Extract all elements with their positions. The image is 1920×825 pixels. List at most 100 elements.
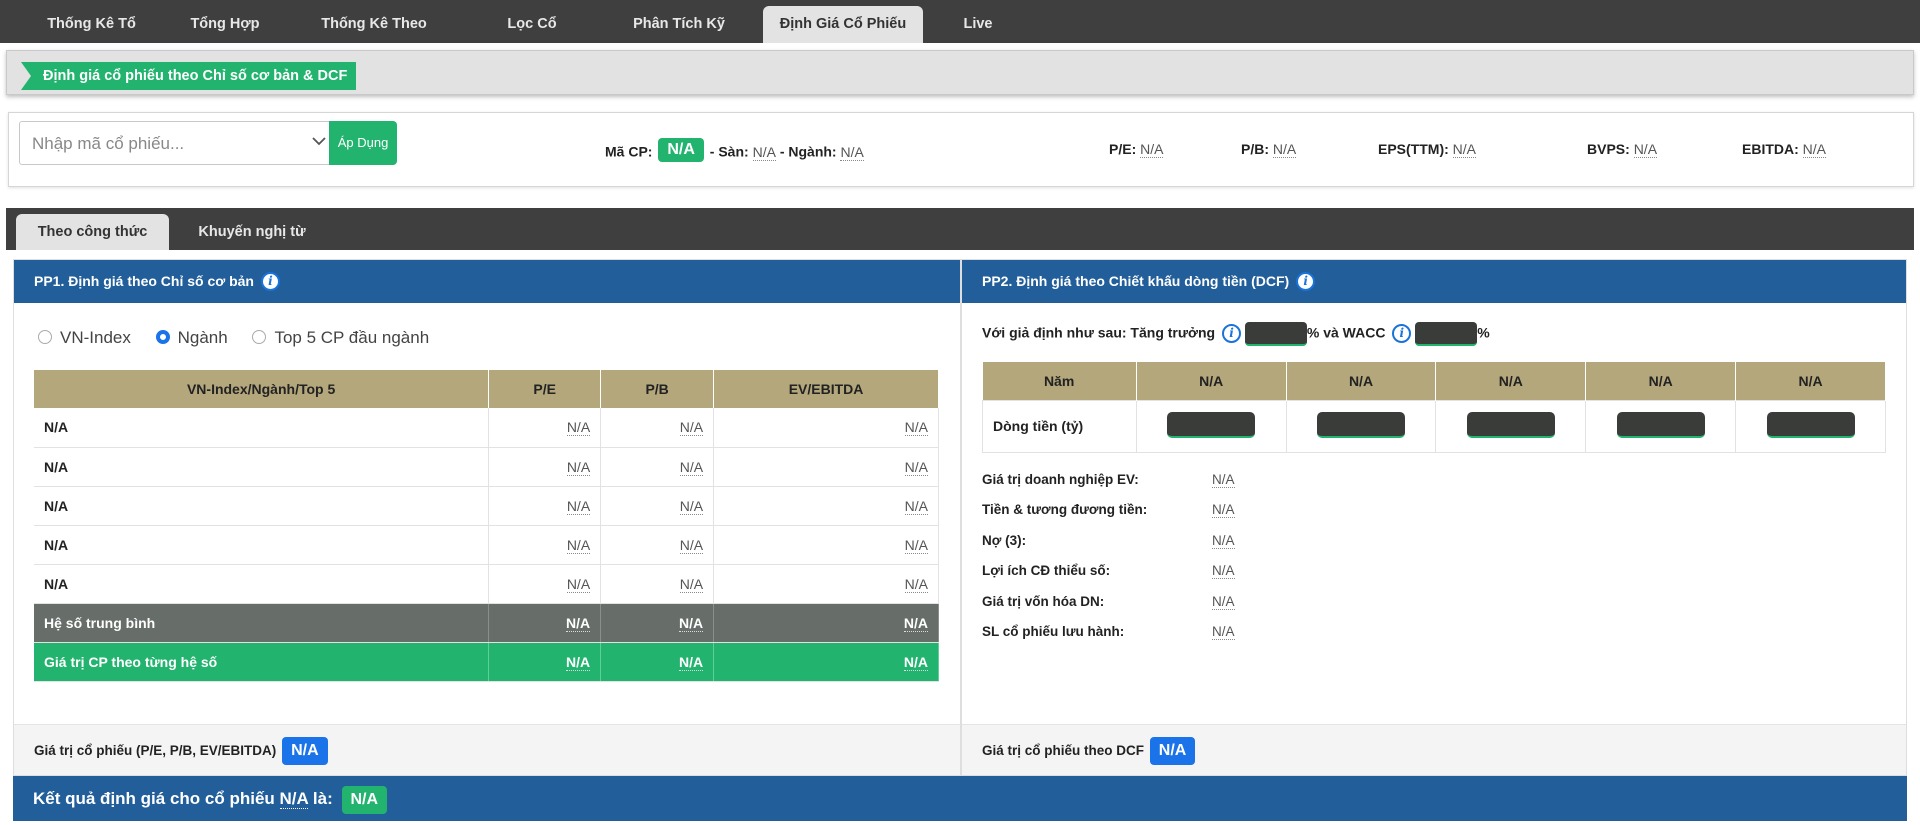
pb-value: N/A — [1272, 141, 1297, 158]
result-prefix: Kết quả định giá cho cổ phiếu — [33, 789, 275, 808]
metric-cash: Tiền & tương đương tiền: N/A — [982, 502, 1235, 518]
radio-dot — [38, 329, 52, 344]
pb-info: P/B: N/A — [1241, 141, 1297, 158]
value-row: Giá trị CP theo từng hệ số N/A N/A N/A — [34, 642, 939, 682]
table-header-row: Năm N/A N/A N/A N/A N/A — [982, 362, 1886, 400]
assumption-mid-label: % và WACC — [1306, 324, 1386, 341]
bvps-info: BVPS: N/A — [1587, 141, 1658, 158]
comparison-radio-group: VN-Index Ngành Top 5 CP đầu ngành — [38, 328, 449, 348]
table-cell: N/A — [713, 564, 939, 604]
pe-info: P/E: N/A — [1109, 141, 1164, 158]
metric-value: N/A — [1212, 563, 1235, 579]
cashflow-input[interactable] — [1466, 411, 1555, 438]
info-icon[interactable]: i — [1392, 323, 1412, 343]
tab-thong-ke-theo-nganh[interactable]: Thống Kê Theo Ngành — [290, 6, 458, 69]
row-label: N/A — [34, 486, 490, 526]
table-row: N/A N/A N/A N/A — [34, 408, 939, 448]
metric-label: Lợi ích CĐ thiểu số: — [982, 563, 1111, 578]
tab-thong-ke-to-chuc[interactable]: Thống Kê Tổ Chức — [20, 6, 163, 69]
page-title: Định giá cổ phiếu theo Chỉ số cơ bản & D… — [21, 62, 357, 90]
percent-label: % — [1477, 324, 1490, 341]
pp2-panel: PP2. Định giá theo Chiết khấu dòng tiền … — [961, 259, 1907, 776]
column-header: N/A — [1735, 362, 1886, 400]
table-cell: N/A — [600, 447, 715, 487]
row-label: Dòng tiền (tỷ) — [982, 399, 1137, 453]
row-label: Hệ số trung bình — [34, 603, 490, 643]
tab-khuyen-nghi-tu-ctck[interactable]: Khuyến nghị từ CTCK — [178, 214, 326, 276]
average-row: Hệ số trung bình N/A N/A N/A — [34, 603, 939, 643]
valuation-result-bar: Kết quả định giá cho cổ phiếu N/A là: N/… — [13, 776, 1907, 821]
table-cell — [1435, 399, 1587, 453]
tab-dinh-gia-co-phieu[interactable]: Định Giá Cổ Phiếu — [763, 6, 923, 43]
table-cell: N/A — [713, 642, 939, 682]
table-header-row: VN-Index/Ngành/Top 5 P/E P/B EV/EBITDA — [34, 370, 939, 408]
metric-label: Giá trị doanh nghiệp EV: — [982, 472, 1139, 487]
result-ticker: N/A — [279, 789, 309, 809]
metric-value: N/A — [1212, 502, 1235, 518]
tab-phan-tich-ky-thuat[interactable]: Phân Tích Kỹ Thuật — [606, 6, 752, 69]
column-header: N/A — [1286, 362, 1437, 400]
cashflow-table: Năm N/A N/A N/A N/A N/A Dòng tiền (tỷ) — [982, 362, 1886, 453]
column-header: N/A — [1136, 362, 1287, 400]
tab-tong-hop[interactable]: Tổng Hợp — [180, 6, 270, 43]
ebitda-info: EBITDA: N/A — [1742, 141, 1827, 158]
pp1-footer: Giá trị cổ phiếu (P/E, P/B, EV/EBITDA) N… — [14, 724, 960, 775]
table-cell: N/A — [600, 603, 715, 643]
result-suffix: là: — [312, 789, 333, 808]
table-cell: N/A — [600, 642, 715, 682]
table-row: Dòng tiền (tỷ) — [982, 399, 1886, 453]
tab-live-board[interactable]: Live Board — [935, 6, 1021, 69]
cashflow-input[interactable] — [1167, 411, 1256, 438]
table-cell: N/A — [713, 447, 939, 487]
table-cell — [1285, 399, 1437, 453]
search-panel: Nhập mã cổ phiếu... Áp Dụng Mã CP: N/A -… — [8, 112, 1914, 187]
cashflow-input[interactable] — [1616, 411, 1705, 438]
nganh-label: - Ngành: — [779, 143, 837, 160]
ma-cp-label: Mã CP: — [605, 143, 653, 160]
page-title-bar: Định giá cổ phiếu theo Chỉ số cơ bản & D… — [6, 50, 1914, 95]
radio-vn-index[interactable]: VN-Index — [38, 328, 131, 348]
cashflow-input[interactable] — [1766, 411, 1855, 438]
radio-label: Ngành — [177, 328, 228, 347]
info-icon[interactable]: i — [1296, 271, 1316, 291]
metric-value: N/A — [1212, 624, 1235, 640]
metric-label: Nợ (3): — [982, 533, 1027, 548]
row-label: N/A — [34, 408, 490, 448]
pp2-result-badge: N/A — [1149, 737, 1196, 766]
growth-rate-input[interactable] — [1244, 322, 1307, 346]
wacc-input[interactable] — [1415, 322, 1478, 346]
apply-button[interactable]: Áp Dụng — [329, 121, 397, 165]
table-row: N/A N/A N/A N/A — [34, 525, 939, 565]
table-cell: N/A — [488, 408, 602, 448]
san-value: N/A — [752, 143, 776, 161]
pp1-footer-label: Giá trị cổ phiếu (P/E, P/B, EV/EBITDA) — [34, 743, 277, 758]
eps-label: EPS(TTM): — [1378, 141, 1449, 157]
san-label: - Sàn: — [709, 143, 749, 160]
tab-theo-cong-thuc[interactable]: Theo công thức — [16, 214, 169, 250]
pp1-title: PP1. Định giá theo Chỉ số cơ bản — [34, 273, 254, 289]
metric-market-cap: Giá trị vốn hóa DN: N/A — [982, 594, 1235, 610]
stock-code-info: Mã CP: N/A - Sàn: N/A - Ngành: N/A — [605, 138, 864, 165]
radio-nganh[interactable]: Ngành — [155, 328, 228, 348]
pp1-result-badge: N/A — [282, 737, 328, 766]
info-icon[interactable]: i — [1221, 323, 1241, 343]
table-cell: N/A — [488, 564, 602, 604]
column-header: Năm — [982, 362, 1137, 400]
radio-label: VN-Index — [60, 328, 131, 347]
info-icon[interactable]: i — [260, 271, 280, 291]
pp2-footer: Giá trị cổ phiếu theo DCF N/A — [962, 724, 1906, 775]
table-cell: N/A — [488, 642, 602, 682]
radio-dot — [252, 329, 267, 344]
chevron-down-icon[interactable] — [310, 132, 328, 150]
metric-minority-interest: Lợi ích CĐ thiểu số: N/A — [982, 563, 1235, 579]
cashflow-input[interactable] — [1317, 411, 1405, 438]
column-header: N/A — [1585, 362, 1737, 400]
table-row: N/A N/A N/A N/A — [34, 486, 939, 526]
table-row: N/A N/A N/A N/A — [34, 564, 939, 604]
ratio-table: VN-Index/Ngành/Top 5 P/E P/B EV/EBITDA N… — [34, 370, 939, 682]
table-cell: N/A — [713, 603, 939, 643]
metric-shares-outstanding: SL cổ phiếu lưu hành: N/A — [982, 624, 1235, 640]
tab-loc-co-phieu[interactable]: Lọc Cổ Phiếu — [478, 6, 586, 69]
stock-search-select[interactable]: Nhập mã cổ phiếu... — [19, 121, 339, 165]
radio-top5[interactable]: Top 5 CP đầu ngành — [252, 328, 429, 348]
